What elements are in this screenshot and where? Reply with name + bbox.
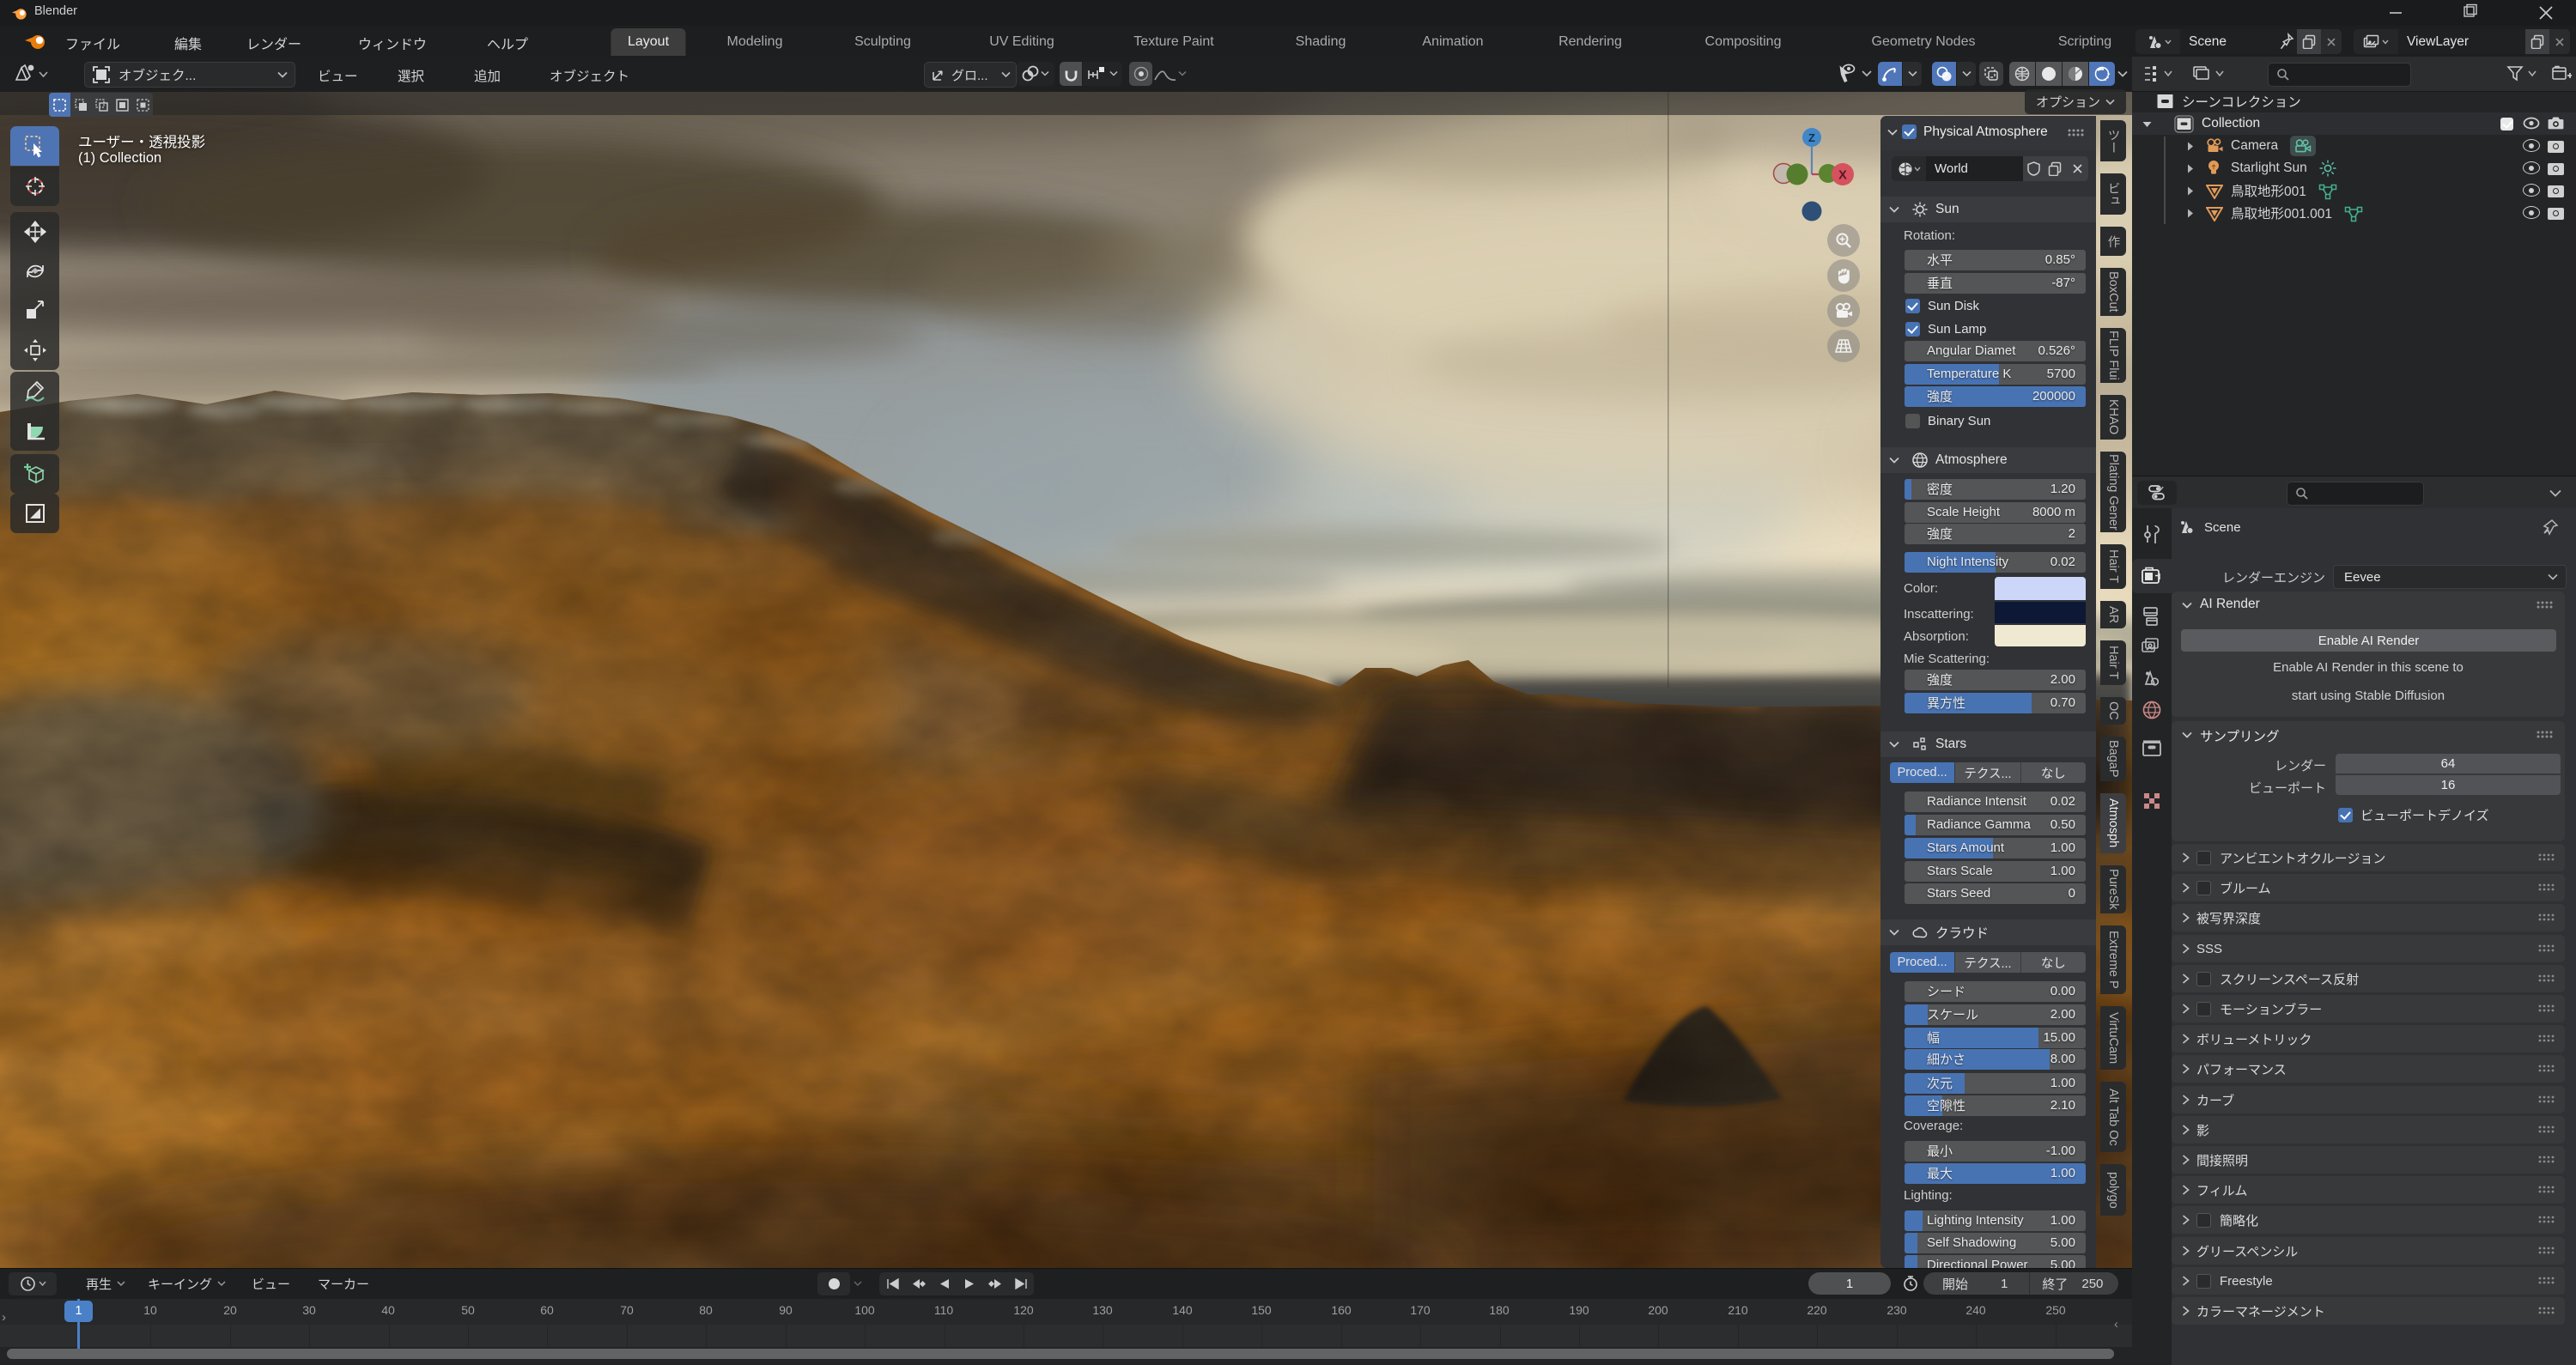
svg-text:X: X xyxy=(1838,169,1847,183)
svg-text:Z: Z xyxy=(1808,131,1815,144)
